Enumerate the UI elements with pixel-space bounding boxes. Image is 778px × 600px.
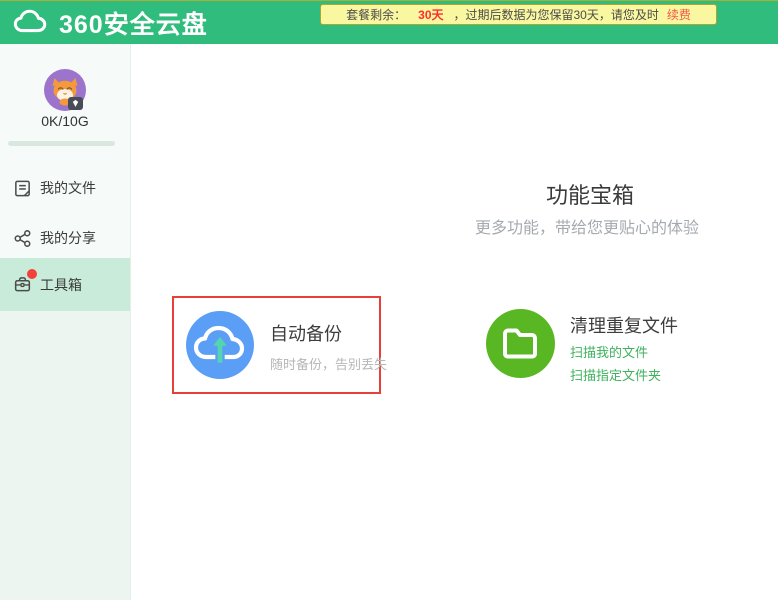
vip-badge-icon <box>68 97 83 110</box>
expiry-prefix: 套餐剩余： <box>346 6 406 23</box>
notification-dot <box>27 269 37 279</box>
sidebar-item-label: 我的分享 <box>40 228 96 248</box>
app-window: 360安全云盘 套餐剩余： 30天 ，过期后数据为您保留30天，请您及时 续费 <box>0 0 778 600</box>
page-title: 功能宝箱 <box>440 178 740 210</box>
main-content: 功能宝箱 更多功能，带给您更贴心的体验 自动备份 随时备份，告别丢失 清理重复文… <box>131 44 778 600</box>
scan-my-files-link[interactable]: 扫描我的文件 <box>570 342 648 361</box>
page-subtitle: 更多功能，带给您更贴心的体验 <box>437 214 737 238</box>
sidebar-filler <box>0 311 130 600</box>
cloud-upload-icon <box>186 311 254 379</box>
share-icon <box>13 229 32 248</box>
auto-backup-card[interactable] <box>186 311 254 379</box>
expiry-message: ，过期后数据为您保留30天，请您及时 <box>454 6 659 23</box>
storage-usage: 0K/10G <box>0 113 130 129</box>
document-icon <box>13 179 32 198</box>
clean-duplicates-title[interactable]: 清理重复文件 <box>570 312 678 338</box>
sidebar-item-label: 工具箱 <box>40 275 82 295</box>
auto-backup-subtitle: 随时备份，告别丢失 <box>270 354 387 373</box>
sidebar-item-toolbox[interactable]: 工具箱 <box>0 258 130 311</box>
sidebar-item-label: 我的文件 <box>40 178 96 198</box>
auto-backup-title[interactable]: 自动备份 <box>270 320 342 346</box>
sidebar-item-my-files[interactable]: 我的文件 <box>0 163 130 213</box>
renew-link[interactable]: 续费 <box>667 6 691 23</box>
app-title: 360安全云盘 <box>59 5 208 41</box>
scan-folder-link[interactable]: 扫描指定文件夹 <box>570 365 661 384</box>
plan-expiry-banner: 套餐剩余： 30天 ，过期后数据为您保留30天，请您及时 续费 <box>320 4 717 25</box>
app-logo: 360安全云盘 <box>12 1 208 45</box>
clean-duplicates-card[interactable] <box>486 309 555 378</box>
storage-progress-bar <box>8 141 115 146</box>
cloud-logo-icon <box>12 6 54 41</box>
app-header: 360安全云盘 套餐剩余： 30天 ，过期后数据为您保留30天，请您及时 续费 <box>0 0 778 44</box>
days-remaining: 30天 <box>418 6 443 23</box>
folder-icon <box>486 309 555 378</box>
sidebar: 0K/10G 我的文件 我的分享 <box>0 44 131 600</box>
sidebar-item-my-shares[interactable]: 我的分享 <box>0 213 130 263</box>
